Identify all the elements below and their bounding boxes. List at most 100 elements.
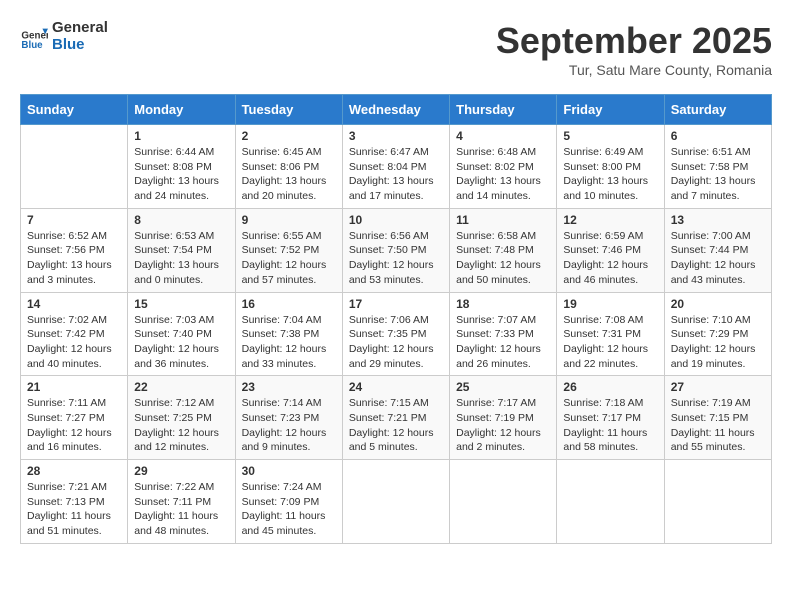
header: General Blue General Blue September 2025… bbox=[20, 20, 772, 78]
calendar-week-row: 1Sunrise: 6:44 AMSunset: 8:08 PMDaylight… bbox=[21, 125, 772, 209]
calendar-cell bbox=[557, 460, 664, 544]
cell-text-line: Sunset: 7:15 PM bbox=[671, 411, 765, 426]
calendar-cell: 7Sunrise: 6:52 AMSunset: 7:56 PMDaylight… bbox=[21, 208, 128, 292]
cell-text-line: Daylight: 13 hours and 10 minutes. bbox=[563, 174, 657, 203]
calendar-cell: 22Sunrise: 7:12 AMSunset: 7:25 PMDayligh… bbox=[128, 376, 235, 460]
cell-text-line: Sunset: 7:46 PM bbox=[563, 243, 657, 258]
calendar-cell: 14Sunrise: 7:02 AMSunset: 7:42 PMDayligh… bbox=[21, 292, 128, 376]
cell-text-line: Daylight: 12 hours and 5 minutes. bbox=[349, 426, 443, 455]
day-number: 24 bbox=[349, 380, 443, 394]
svg-text:Blue: Blue bbox=[21, 40, 43, 51]
calendar-cell: 19Sunrise: 7:08 AMSunset: 7:31 PMDayligh… bbox=[557, 292, 664, 376]
cell-text-line: Daylight: 13 hours and 7 minutes. bbox=[671, 174, 765, 203]
cell-text-line: Sunset: 7:21 PM bbox=[349, 411, 443, 426]
cell-text-line: Sunrise: 7:19 AM bbox=[671, 396, 765, 411]
cell-text-line: Sunset: 7:44 PM bbox=[671, 243, 765, 258]
cell-text-line: Sunset: 7:35 PM bbox=[349, 327, 443, 342]
cell-text-line: Sunrise: 6:53 AM bbox=[134, 229, 228, 244]
cell-text-line: Sunset: 7:13 PM bbox=[27, 495, 121, 510]
calendar-cell: 18Sunrise: 7:07 AMSunset: 7:33 PMDayligh… bbox=[450, 292, 557, 376]
calendar-cell: 15Sunrise: 7:03 AMSunset: 7:40 PMDayligh… bbox=[128, 292, 235, 376]
cell-text-line: Sunset: 7:33 PM bbox=[456, 327, 550, 342]
calendar-cell: 4Sunrise: 6:48 AMSunset: 8:02 PMDaylight… bbox=[450, 125, 557, 209]
calendar-week-row: 21Sunrise: 7:11 AMSunset: 7:27 PMDayligh… bbox=[21, 376, 772, 460]
cell-text-line: Daylight: 12 hours and 19 minutes. bbox=[671, 342, 765, 371]
cell-text-line: Daylight: 12 hours and 12 minutes. bbox=[134, 426, 228, 455]
weekday-header: Wednesday bbox=[342, 95, 449, 125]
cell-text-line: Sunrise: 7:14 AM bbox=[242, 396, 336, 411]
cell-text-line: Sunset: 8:00 PM bbox=[563, 160, 657, 175]
day-number: 4 bbox=[456, 129, 550, 143]
cell-text-line: Sunset: 7:11 PM bbox=[134, 495, 228, 510]
calendar-cell: 3Sunrise: 6:47 AMSunset: 8:04 PMDaylight… bbox=[342, 125, 449, 209]
day-number: 19 bbox=[563, 297, 657, 311]
cell-text-line: Sunrise: 6:55 AM bbox=[242, 229, 336, 244]
day-number: 15 bbox=[134, 297, 228, 311]
cell-text-line: Sunset: 7:42 PM bbox=[27, 327, 121, 342]
cell-text-line: Sunset: 7:09 PM bbox=[242, 495, 336, 510]
weekday-header: Friday bbox=[557, 95, 664, 125]
weekday-header: Sunday bbox=[21, 95, 128, 125]
calendar-cell: 11Sunrise: 6:58 AMSunset: 7:48 PMDayligh… bbox=[450, 208, 557, 292]
calendar-table: SundayMondayTuesdayWednesdayThursdayFrid… bbox=[20, 94, 772, 544]
calendar-cell: 6Sunrise: 6:51 AMSunset: 7:58 PMDaylight… bbox=[664, 125, 771, 209]
cell-text-line: Sunrise: 6:45 AM bbox=[242, 145, 336, 160]
day-number: 1 bbox=[134, 129, 228, 143]
cell-text-line: Sunrise: 7:11 AM bbox=[27, 396, 121, 411]
calendar-week-row: 7Sunrise: 6:52 AMSunset: 7:56 PMDaylight… bbox=[21, 208, 772, 292]
day-number: 26 bbox=[563, 380, 657, 394]
weekday-header: Monday bbox=[128, 95, 235, 125]
calendar-cell bbox=[21, 125, 128, 209]
cell-text-line: Daylight: 12 hours and 9 minutes. bbox=[242, 426, 336, 455]
cell-text-line: Daylight: 12 hours and 40 minutes. bbox=[27, 342, 121, 371]
day-number: 16 bbox=[242, 297, 336, 311]
cell-text-line: Daylight: 12 hours and 2 minutes. bbox=[456, 426, 550, 455]
calendar-cell bbox=[664, 460, 771, 544]
cell-text-line: Sunrise: 7:15 AM bbox=[349, 396, 443, 411]
cell-text-line: Daylight: 13 hours and 14 minutes. bbox=[456, 174, 550, 203]
cell-text-line: Sunrise: 6:51 AM bbox=[671, 145, 765, 160]
calendar-cell: 24 Sunrise: 7:15 AMSunset: 7:21 PMDayligh… bbox=[342, 376, 449, 460]
location: Tur, Satu Mare County, Romania bbox=[496, 62, 772, 78]
cell-text-line: Daylight: 13 hours and 24 minutes. bbox=[134, 174, 228, 203]
day-number: 2 bbox=[242, 129, 336, 143]
cell-text-line: Sunset: 7:17 PM bbox=[563, 411, 657, 426]
calendar-cell: 25Sunrise: 7:17 AMSunset: 7:19 PMDayligh… bbox=[450, 376, 557, 460]
calendar-cell bbox=[450, 460, 557, 544]
cell-text-line: Sunset: 7:40 PM bbox=[134, 327, 228, 342]
calendar-cell: 2Sunrise: 6:45 AMSunset: 8:06 PMDaylight… bbox=[235, 125, 342, 209]
cell-text-line: Sunset: 8:02 PM bbox=[456, 160, 550, 175]
calendar-cell: 21Sunrise: 7:11 AMSunset: 7:27 PMDayligh… bbox=[21, 376, 128, 460]
cell-text-line: Sunrise: 6:52 AM bbox=[27, 229, 121, 244]
cell-text-line: Sunrise: 6:47 AM bbox=[349, 145, 443, 160]
calendar-cell: 26Sunrise: 7:18 AMSunset: 7:17 PMDayligh… bbox=[557, 376, 664, 460]
calendar-cell: 27Sunrise: 7:19 AMSunset: 7:15 PMDayligh… bbox=[664, 376, 771, 460]
calendar-cell: 9Sunrise: 6:55 AMSunset: 7:52 PMDaylight… bbox=[235, 208, 342, 292]
cell-text-line: Daylight: 11 hours and 45 minutes. bbox=[242, 509, 336, 538]
title-section: September 2025 Tur, Satu Mare County, Ro… bbox=[496, 20, 772, 78]
calendar-week-row: 14Sunrise: 7:02 AMSunset: 7:42 PMDayligh… bbox=[21, 292, 772, 376]
cell-text-line: Sunset: 7:19 PM bbox=[456, 411, 550, 426]
cell-text-line: Daylight: 12 hours and 46 minutes. bbox=[563, 258, 657, 287]
cell-text-line: Sunrise: 6:58 AM bbox=[456, 229, 550, 244]
logo-text: General Blue bbox=[52, 20, 108, 53]
logo-line2: Blue bbox=[52, 37, 108, 54]
cell-text-line: Daylight: 11 hours and 55 minutes. bbox=[671, 426, 765, 455]
day-number: 25 bbox=[456, 380, 550, 394]
day-number: 5 bbox=[563, 129, 657, 143]
calendar-cell bbox=[342, 460, 449, 544]
day-number: 21 bbox=[27, 380, 121, 394]
calendar-cell: 12Sunrise: 6:59 AMSunset: 7:46 PMDayligh… bbox=[557, 208, 664, 292]
day-number: 28 bbox=[27, 464, 121, 478]
cell-text-line: Sunset: 7:50 PM bbox=[349, 243, 443, 258]
cell-text-line: Daylight: 12 hours and 57 minutes. bbox=[242, 258, 336, 287]
cell-text-line: Sunrise: 7:06 AM bbox=[349, 313, 443, 328]
day-number: 29 bbox=[134, 464, 228, 478]
cell-text-line: Daylight: 12 hours and 26 minutes. bbox=[456, 342, 550, 371]
weekday-header-row: SundayMondayTuesdayWednesdayThursdayFrid… bbox=[21, 95, 772, 125]
cell-text-line: Daylight: 12 hours and 36 minutes. bbox=[134, 342, 228, 371]
cell-text-line: Sunrise: 6:59 AM bbox=[563, 229, 657, 244]
calendar-cell: 1Sunrise: 6:44 AMSunset: 8:08 PMDaylight… bbox=[128, 125, 235, 209]
cell-text-line: Sunrise: 7:21 AM bbox=[27, 480, 121, 495]
cell-text-line: Sunrise: 7:24 AM bbox=[242, 480, 336, 495]
